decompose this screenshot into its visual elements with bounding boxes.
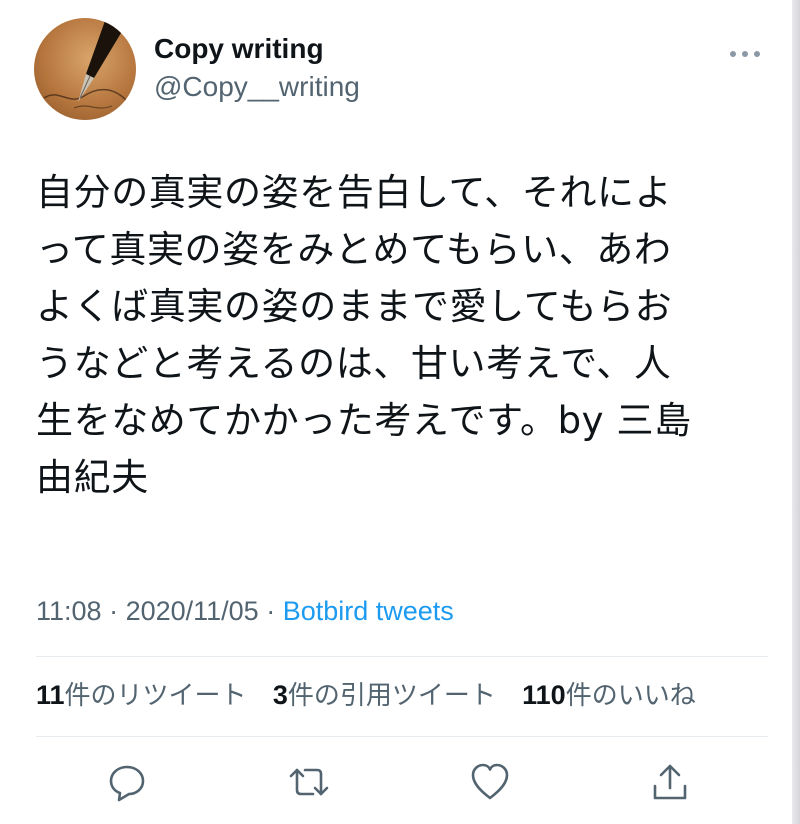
likes-label: 件のいいね — [565, 681, 696, 711]
quotes-count: 3 — [272, 680, 288, 710]
retweets-stat[interactable]: 11件のリツイート — [36, 678, 247, 713]
tweet-time[interactable]: 11:08 — [36, 596, 102, 626]
tweet-meta: 11:08 · 2020/11/05 · Botbird tweets — [36, 594, 454, 628]
heart-icon[interactable] — [468, 760, 512, 804]
divider — [36, 736, 768, 737]
quotes-stat[interactable]: 3件の引用ツイート — [273, 678, 496, 713]
user-handle[interactable]: @Copy__writing — [154, 70, 360, 104]
tweet-source-link[interactable]: Botbird tweets — [283, 596, 454, 626]
more-horizontal-icon[interactable] — [730, 48, 764, 60]
fountain-pen-icon — [43, 18, 130, 109]
tweet-date[interactable]: 2020/11/05 — [126, 596, 259, 626]
likes-count: 110 — [522, 680, 566, 710]
retweets-count: 11 — [36, 680, 65, 710]
quotes-label: 件の引用ツイート — [287, 681, 496, 711]
tweet-actions — [0, 760, 800, 806]
right-edge-shadow — [792, 0, 800, 824]
avatar[interactable] — [34, 18, 136, 120]
likes-stat[interactable]: 110件のいいね — [522, 678, 696, 713]
retweets-label: 件のリツイート — [64, 681, 247, 711]
divider — [36, 656, 768, 657]
tweet-text: 自分の真実の姿を告白して、それによ って真実の姿をみとめてもらい、あわ よくば真… — [36, 171, 692, 499]
retweet-icon[interactable] — [287, 760, 331, 804]
meta-separator: · — [101, 596, 126, 626]
tweet-header: Copy writing @Copy__writing — [34, 18, 774, 122]
share-icon[interactable] — [648, 760, 692, 804]
tweet-stats: 11件のリツイート 3件の引用ツイート 110件のいいね — [36, 678, 714, 713]
display-name[interactable]: Copy writing — [154, 32, 360, 66]
meta-separator: · — [258, 596, 283, 626]
reply-icon[interactable] — [105, 760, 149, 804]
